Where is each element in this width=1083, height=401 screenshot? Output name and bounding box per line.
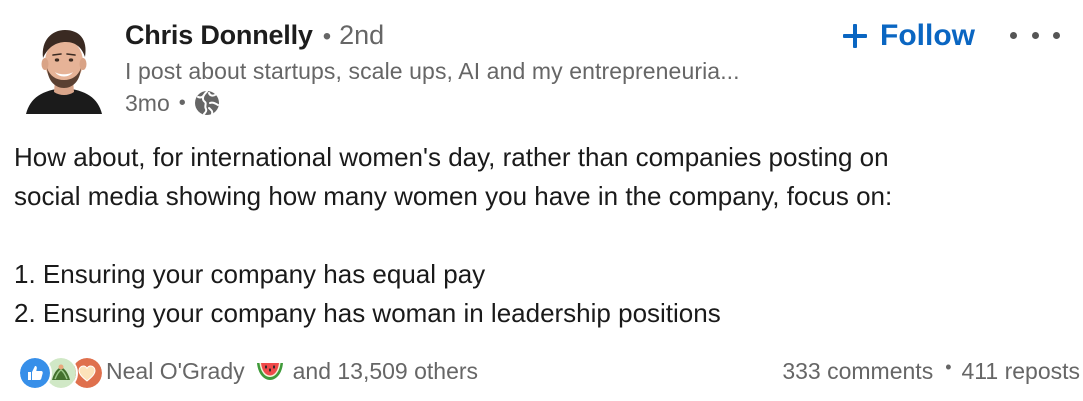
reactors-summary[interactable]: Neal O'Grady and 13,509 others [106, 356, 478, 386]
post-time: 3mo [125, 89, 170, 116]
author-name[interactable]: Chris Donnelly [125, 20, 313, 51]
post-body: How about, for international women's day… [14, 138, 1064, 333]
engagement-counts: 333 comments • 411 reposts [782, 356, 1080, 386]
author-avatar[interactable] [24, 22, 104, 114]
feed-post: Chris Donnelly • 2nd I post about startu… [0, 0, 1083, 401]
post-text-line: How about, for international women's day… [14, 142, 889, 172]
reactor-name: Neal O'Grady [106, 357, 245, 384]
follow-label: Follow [880, 19, 975, 52]
ellipsis-icon [1053, 31, 1060, 39]
reaction-icons[interactable] [18, 356, 104, 390]
more-options-button[interactable] [1010, 22, 1060, 48]
post-meta: 3mo • [125, 88, 220, 118]
meta-separator: • [178, 91, 186, 114]
counts-separator: • [945, 356, 952, 377]
like-icon [18, 356, 52, 390]
ellipsis-icon [1010, 31, 1017, 39]
post-text-line: social media showing how many women you … [14, 181, 893, 211]
post-text-line [14, 216, 1064, 255]
ellipsis-icon [1031, 31, 1039, 39]
globe-icon [194, 90, 219, 115]
degree-separator: • [322, 23, 332, 50]
author-line: Chris Donnelly • 2nd [125, 20, 384, 56]
post-text-line: 2. Ensuring your company has woman in le… [14, 298, 721, 328]
others-count: and 13,509 others [292, 357, 479, 384]
connection-degree: 2nd [339, 20, 385, 50]
follow-button[interactable]: Follow [842, 16, 975, 56]
reposts-count[interactable]: 411 reposts [962, 358, 1080, 385]
post-text-line: 1. Ensuring your company has equal pay [14, 259, 486, 289]
author-headline: I post about startups, scale ups, AI and… [125, 58, 740, 84]
social-counts: Neal O'Grady and 13,509 others 333 comme… [18, 352, 1080, 390]
plus-icon [843, 24, 867, 48]
comments-count[interactable]: 333 comments [782, 358, 933, 385]
watermelon-icon [256, 363, 283, 380]
